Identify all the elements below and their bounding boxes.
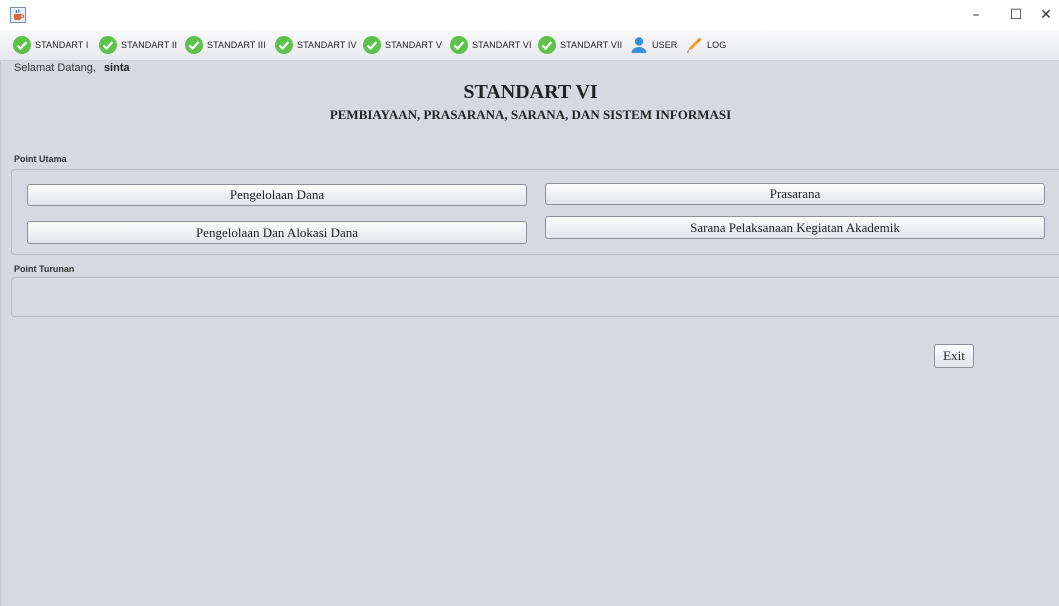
window-title-bar: – ☐ ✕: [0, 0, 1059, 30]
menu-log[interactable]: LOG: [684, 34, 726, 56]
check-circle-icon: [185, 36, 203, 54]
menu-label: STANDART III: [207, 40, 266, 50]
point-turunan-panel: [11, 277, 1059, 317]
menu-label: STANDART I: [35, 40, 89, 50]
menu-label: STANDART V: [385, 40, 443, 50]
menu-label: LOG: [707, 40, 727, 50]
pengelolaan-dana-button[interactable]: Pengelolaan Dana: [27, 184, 527, 206]
check-circle-icon: [275, 36, 293, 54]
menu-standart-ii[interactable]: STANDART II: [98, 34, 177, 56]
menu-standart-vii[interactable]: STANDART VII: [537, 34, 622, 56]
check-circle-icon: [13, 36, 31, 54]
menu-standart-iv[interactable]: STANDART IV: [274, 34, 357, 56]
menu-label: STANDART VII: [560, 40, 623, 50]
welcome-text: Selamat Datang,: [14, 62, 96, 74]
menu-label: STANDART IV: [297, 40, 357, 50]
exit-button[interactable]: Exit: [934, 344, 974, 368]
menu-label: STANDART VI: [472, 40, 532, 50]
menu-standart-i[interactable]: STANDART I: [12, 34, 89, 56]
point-utama-label: Point Utama: [14, 154, 67, 164]
sarana-akademik-button[interactable]: Sarana Pelaksanaan Kegiatan Akademik: [545, 216, 1045, 239]
page-subtitle: PEMBIAYAAN, PRASARANA, SARANA, DAN SISTE…: [329, 107, 732, 122]
java-cup-icon: [10, 7, 26, 23]
menu-standart-vi[interactable]: STANDART VI: [449, 34, 532, 56]
check-circle-icon: [99, 36, 117, 54]
user-icon: [631, 37, 647, 53]
menu-standart-iii[interactable]: STANDART III: [184, 34, 266, 56]
content-panel: Selamat Datang, sinta STANDART VI PEMBIAY…: [0, 61, 1059, 606]
point-turunan-label: Point Turunan: [14, 264, 75, 274]
menu-standart-v[interactable]: STANDART V: [362, 34, 442, 56]
minimize-button[interactable]: –: [961, 6, 991, 24]
check-circle-icon: [363, 36, 381, 54]
menu-user[interactable]: USER: [629, 34, 677, 56]
check-circle-icon: [538, 36, 556, 54]
pengelolaan-alokasi-dana-button[interactable]: Pengelolaan Dan Alokasi Dana: [27, 221, 527, 244]
prasarana-button[interactable]: Prasarana: [545, 183, 1045, 205]
menu-bar: STANDART I STANDART II STANDART III STAN…: [0, 30, 1059, 61]
maximize-button[interactable]: ☐: [1001, 6, 1031, 24]
welcome-username: sinta: [103, 62, 130, 74]
page-title: STANDART VI: [463, 81, 598, 103]
close-button[interactable]: ✕: [1031, 6, 1059, 24]
welcome-message: Selamat Datang, sinta: [14, 62, 130, 74]
pencil-icon: [686, 37, 702, 54]
check-circle-icon: [450, 36, 468, 54]
menu-label: USER: [652, 40, 678, 50]
menu-label: STANDART II: [121, 40, 178, 50]
